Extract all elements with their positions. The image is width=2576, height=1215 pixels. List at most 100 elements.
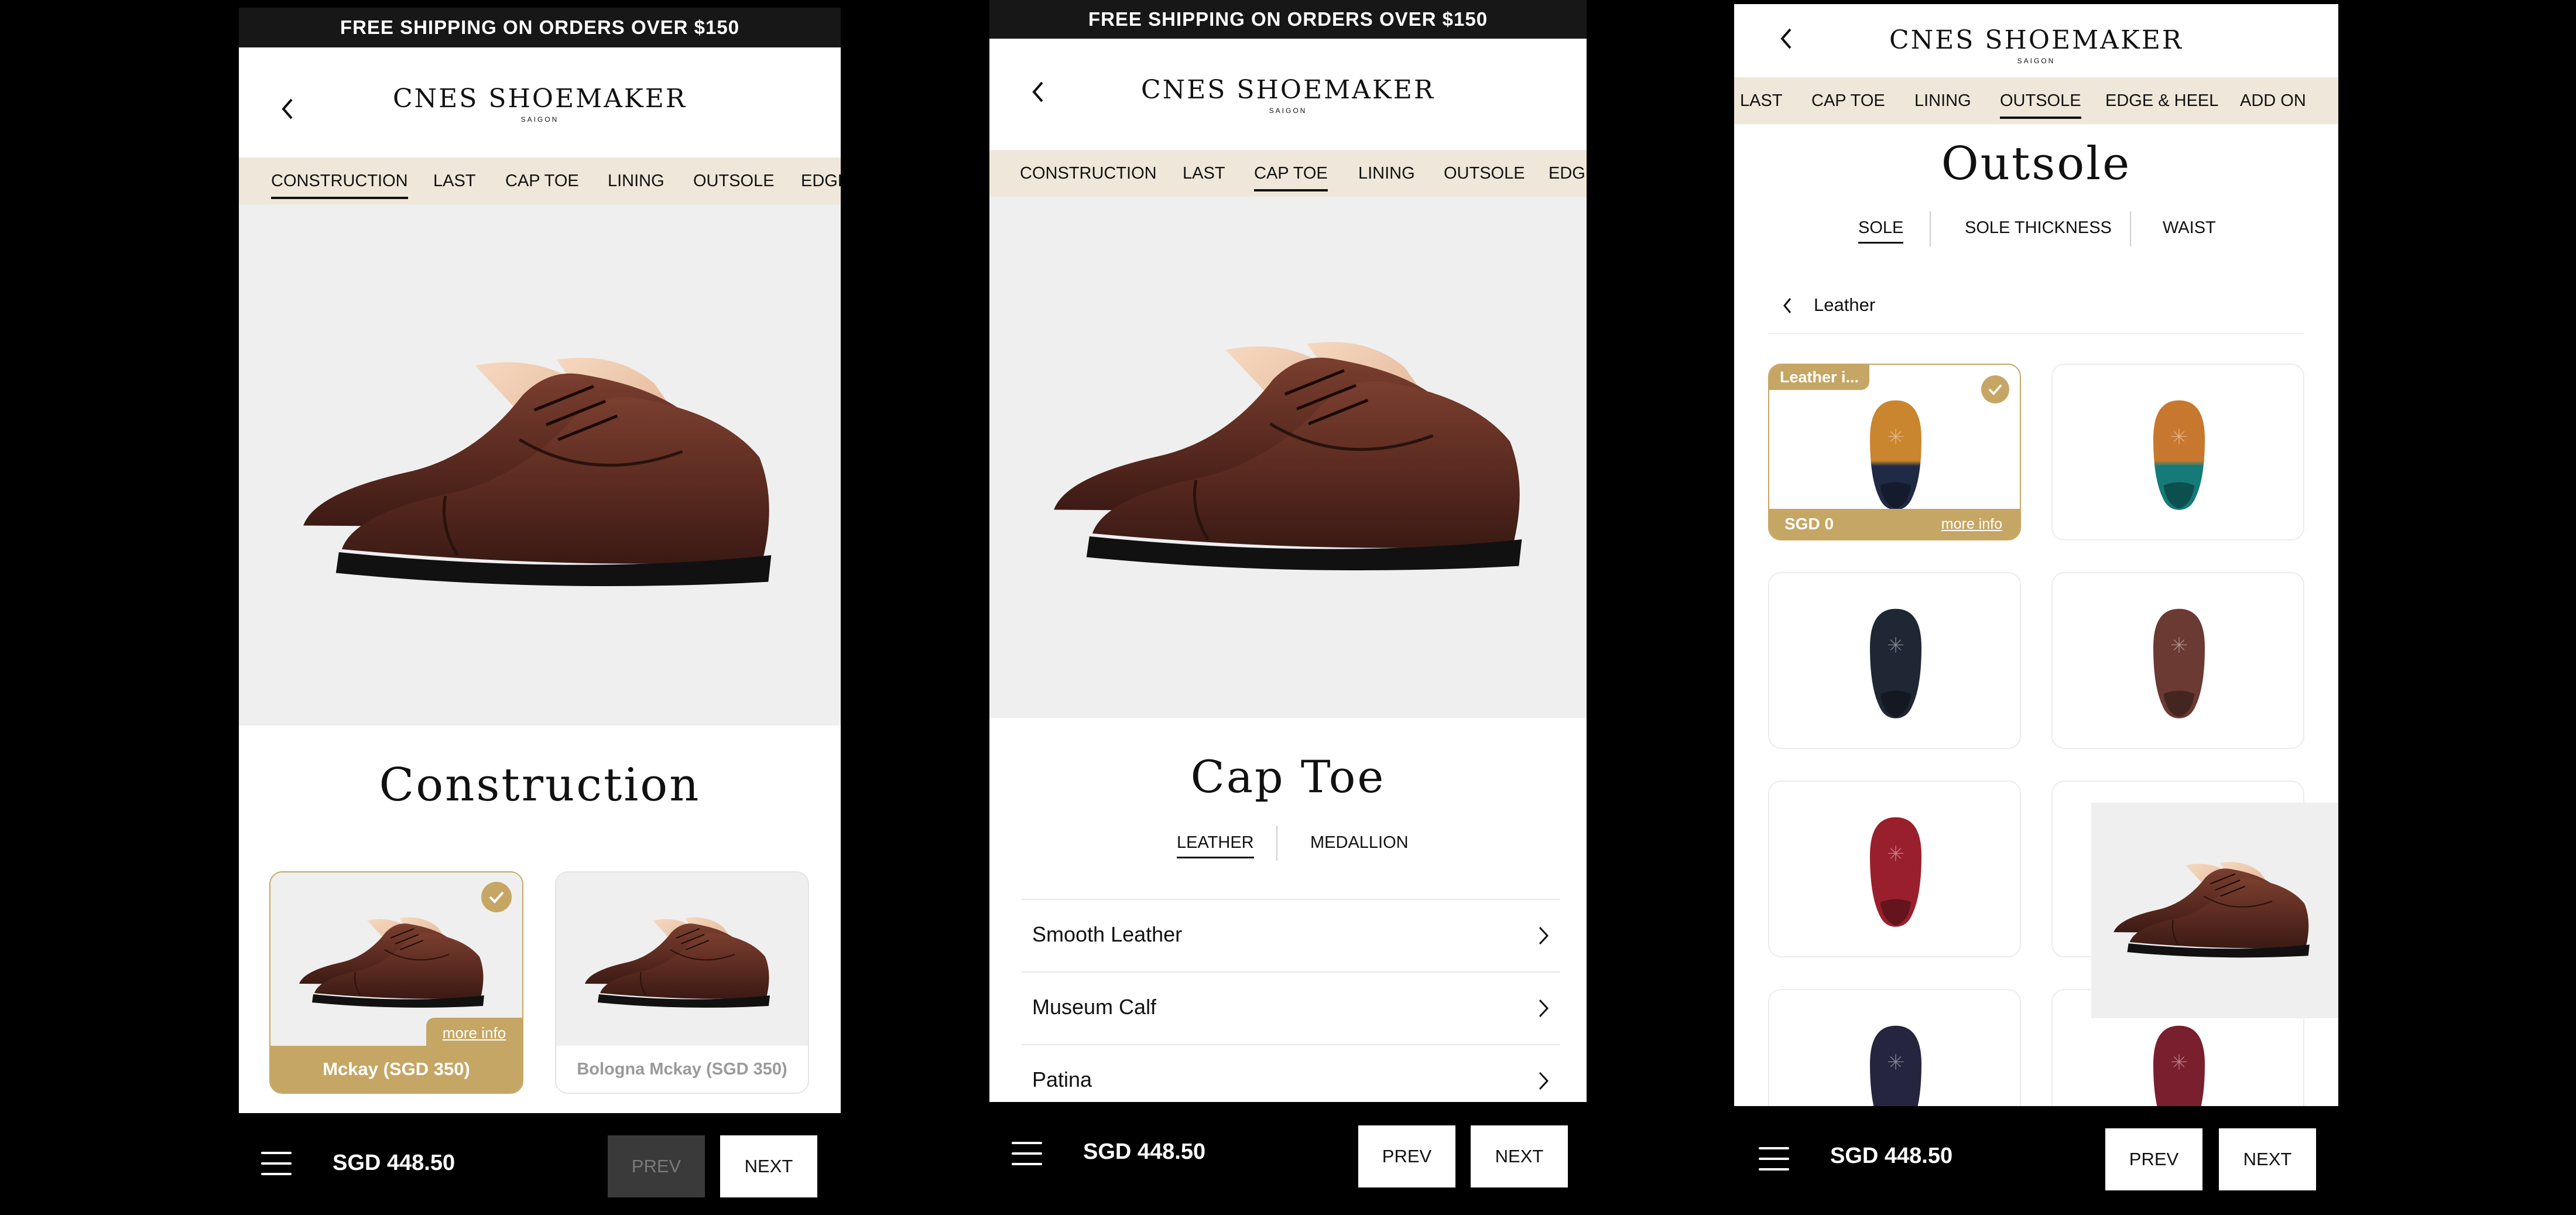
list-item[interactable]: Smooth Leather: [1022, 899, 1560, 971]
sole-price: SGD 0: [1784, 515, 1834, 533]
menu-icon[interactable]: [1759, 1147, 1789, 1170]
chevron-left-icon: [1783, 298, 1791, 313]
section-title: Cap Toe: [1190, 751, 1386, 803]
brand-logo[interactable]: CNES SHOEMAKER SAIGON: [1734, 28, 2338, 66]
subtab-waist[interactable]: WAIST: [2163, 218, 2216, 238]
chevron-right-icon: [1539, 926, 1549, 945]
tab-last[interactable]: LAST: [1740, 91, 1783, 111]
subtab-leather[interactable]: LEATHER: [1177, 833, 1254, 858]
sole-image: [1870, 817, 1921, 927]
screen-outsole: CNES SHOEMAKER SAIGON LAST CAP TOE LININ…: [1734, 4, 2338, 1215]
shoe-preview: [989, 197, 1587, 718]
menu-icon[interactable]: [1012, 1142, 1042, 1165]
next-button[interactable]: NEXT: [720, 1135, 817, 1197]
step-nav: CONSTRUCTION LAST CAP TOE LINING OUTSOLE…: [239, 158, 841, 204]
more-info-link[interactable]: more info: [426, 1018, 522, 1048]
next-button[interactable]: NEXT: [1471, 1125, 1568, 1187]
brand-name: CNES SHOEMAKER: [392, 84, 687, 114]
brand-logo[interactable]: CNES SHOEMAKER SAIGON: [239, 86, 841, 124]
prev-button[interactable]: PREV: [2105, 1128, 2202, 1190]
screen-cap-toe: FREE SHIPPING ON ORDERS OVER $150 CNES S…: [989, 0, 1587, 1215]
brand-logo[interactable]: CNES SHOEMAKER SAIGON: [989, 77, 1587, 115]
section-title: Construction: [379, 759, 701, 812]
list-item-label: Smooth Leather: [1032, 922, 1183, 946]
tab-lining[interactable]: LINING: [1914, 91, 1971, 111]
sole-price-bar: SGD 0 more info: [1769, 509, 2020, 539]
brand-subtitle: SAIGON: [1269, 107, 1307, 115]
tab-outsole[interactable]: OUTSOLE: [693, 172, 775, 191]
option-card-bologna-mckay[interactable]: Bologna Mckay (SGD 350): [555, 871, 809, 1094]
tab-last[interactable]: LAST: [1183, 164, 1225, 183]
subtab-sole[interactable]: SOLE: [1858, 218, 1904, 244]
list-item-label: Patina: [1032, 1067, 1092, 1091]
tab-edge[interactable]: EDGE: [801, 172, 841, 191]
floating-shoe-preview[interactable]: [2091, 803, 2338, 1018]
brand-subtitle: SAIGON: [2017, 57, 2056, 65]
brand-name: CNES SHOEMAKER: [1140, 75, 1436, 105]
selected-check-icon: [481, 882, 512, 912]
shipping-banner: FREE SHIPPING ON ORDERS OVER $150: [239, 8, 841, 47]
tab-cap-toe[interactable]: CAP TOE: [505, 172, 579, 191]
sole-option-card[interactable]: [2051, 364, 2304, 540]
tab-lining[interactable]: LINING: [608, 172, 664, 191]
option-shoe-image: [299, 916, 485, 1008]
footer-bar: SGD 448.50 PREV NEXT: [1734, 1106, 2338, 1215]
selected-check-icon: [1981, 375, 2009, 403]
footer-bar: SGD 448.50 PREV NEXT: [239, 1113, 841, 1215]
tab-add-on[interactable]: ADD ON: [2240, 91, 2306, 111]
step-nav: LAST CAP TOE LINING OUTSOLE EDGE & HEEL …: [1734, 77, 2338, 124]
total-price: SGD 448.50: [1830, 1144, 1953, 1168]
footer-bar: SGD 448.50 PREV NEXT: [989, 1102, 1587, 1215]
sole-option-card[interactable]: [1768, 781, 2021, 957]
subtab-divider: [1276, 826, 1277, 861]
tab-construction[interactable]: CONSTRUCTION: [271, 172, 408, 199]
tab-last[interactable]: LAST: [433, 172, 476, 191]
shoe-image: [297, 351, 801, 597]
option-label: Mckay (SGD 350): [270, 1046, 522, 1093]
option-shoe-image: [584, 916, 770, 1008]
sole-option-card[interactable]: [1768, 572, 2021, 749]
sole-image: [2153, 400, 2205, 510]
header: CNES SHOEMAKER SAIGON: [239, 47, 841, 158]
sole-name-badge: Leather i...: [1769, 365, 1870, 390]
subtab-divider: [2130, 211, 2131, 247]
more-info-link[interactable]: more info: [1941, 516, 2002, 533]
tab-edge-heel[interactable]: EDGE & HEEL: [2105, 91, 2218, 111]
sole-option-card[interactable]: Leather i... SGD 0 more info: [1768, 364, 2021, 540]
tab-outsole[interactable]: OUTSOLE: [2000, 91, 2081, 119]
prev-button[interactable]: PREV: [1358, 1125, 1455, 1187]
header: CNES SHOEMAKER SAIGON: [989, 39, 1587, 150]
total-price: SGD 448.50: [1083, 1139, 1206, 1164]
total-price: SGD 448.50: [333, 1151, 455, 1175]
tab-lining[interactable]: LINING: [1358, 164, 1415, 183]
sole-image: [1870, 608, 1921, 718]
shoe-preview: [239, 204, 841, 725]
sole-image: [2153, 608, 2205, 718]
subtab-divider: [1930, 211, 1931, 247]
list-item-label: Museum Calf: [1032, 995, 1157, 1019]
prev-button[interactable]: PREV: [608, 1135, 705, 1197]
option-card-mckay[interactable]: more info Mckay (SGD 350): [269, 871, 523, 1094]
option-label: Bologna Mckay (SGD 350): [556, 1046, 808, 1093]
step-nav: CONSTRUCTION LAST CAP TOE LINING OUTSOLE…: [989, 150, 1587, 197]
tab-edge[interactable]: EDG: [1549, 164, 1585, 183]
brand-subtitle: SAIGON: [520, 115, 559, 124]
section-title: Outsole: [1941, 138, 2132, 190]
breadcrumb-label: Leather: [1814, 295, 1876, 315]
tab-cap-toe[interactable]: CAP TOE: [1811, 91, 1885, 111]
list-item[interactable]: Museum Calf: [1022, 971, 1560, 1044]
header: CNES SHOEMAKER SAIGON: [1734, 4, 2338, 77]
tab-cap-toe[interactable]: CAP TOE: [1254, 164, 1328, 191]
tab-construction[interactable]: CONSTRUCTION: [1020, 164, 1157, 183]
chevron-right-icon: [1539, 1072, 1549, 1090]
shoe-image: [2113, 861, 2310, 959]
sole-option-card[interactable]: [2051, 572, 2304, 749]
chevron-right-icon: [1539, 999, 1549, 1018]
menu-icon[interactable]: [261, 1152, 292, 1175]
tab-outsole[interactable]: OUTSOLE: [1444, 164, 1525, 183]
subtab-sole-thickness[interactable]: SOLE THICKNESS: [1965, 218, 2112, 238]
breadcrumb[interactable]: Leather: [1768, 284, 2304, 334]
next-button[interactable]: NEXT: [2219, 1128, 2316, 1190]
shoe-image: [1048, 335, 1551, 581]
subtab-medallion[interactable]: MEDALLION: [1310, 833, 1409, 853]
